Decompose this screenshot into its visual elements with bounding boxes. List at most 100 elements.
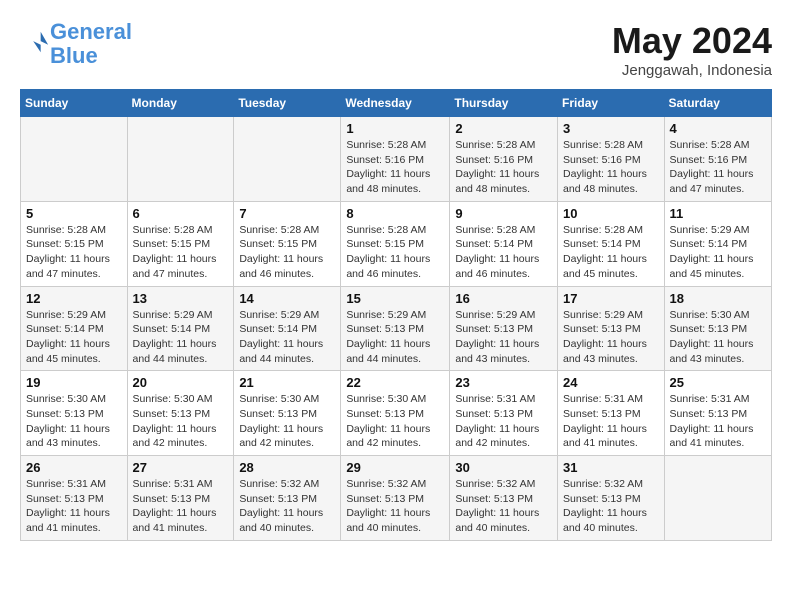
day-info: Sunrise: 5:32 AM Sunset: 5:13 PM Dayligh… xyxy=(563,477,659,536)
day-info: Sunrise: 5:28 AM Sunset: 5:16 PM Dayligh… xyxy=(455,138,552,197)
day-info: Sunrise: 5:28 AM Sunset: 5:15 PM Dayligh… xyxy=(133,223,229,282)
calendar-cell: 16 Sunrise: 5:29 AM Sunset: 5:13 PM Dayli… xyxy=(450,286,558,371)
calendar-cell: 18Sunrise: 5:30 AM Sunset: 5:13 PM Dayli… xyxy=(664,286,771,371)
title-block: May 2024 Jenggawah, Indonesia xyxy=(612,20,772,79)
day-info: Sunrise: 5:28 AM Sunset: 5:16 PM Dayligh… xyxy=(563,138,659,197)
day-info: Sunrise: 5:30 AM Sunset: 5:13 PM Dayligh… xyxy=(239,392,335,451)
calendar-cell xyxy=(664,456,771,541)
day-number: 2 xyxy=(455,121,552,136)
calendar-cell: 17Sunrise: 5:29 AM Sunset: 5:13 PM Dayli… xyxy=(558,286,665,371)
week-row-4: 19 Sunrise: 5:30 AM Sunset: 5:13 PM Dayli… xyxy=(21,371,772,456)
day-info: Sunrise: 5:31 AM Sunset: 5:13 PM Dayligh… xyxy=(133,477,229,536)
calendar-table: SundayMondayTuesdayWednesdayThursdayFrid… xyxy=(20,89,772,541)
day-info: Sunrise: 5:32 AM Sunset: 5:13 PM Dayligh… xyxy=(239,477,335,536)
day-info: Sunrise: 5:29 AM Sunset: 5:14 PM Dayligh… xyxy=(670,223,766,282)
header-tuesday: Tuesday xyxy=(234,90,341,117)
calendar-cell: 19 Sunrise: 5:30 AM Sunset: 5:13 PM Dayli… xyxy=(21,371,128,456)
day-number: 24 xyxy=(563,375,659,390)
day-info: Sunrise: 5:32 AM Sunset: 5:13 PM Dayligh… xyxy=(455,477,552,536)
logo-icon xyxy=(22,28,50,56)
calendar-cell: 22 Sunrise: 5:30 AM Sunset: 5:13 PM Dayli… xyxy=(341,371,450,456)
day-number: 5 xyxy=(26,206,122,221)
day-number: 4 xyxy=(670,121,766,136)
calendar-cell: 11 Sunrise: 5:29 AM Sunset: 5:14 PM Dayli… xyxy=(664,201,771,286)
day-info: Sunrise: 5:29 AM Sunset: 5:13 PM Dayligh… xyxy=(346,308,444,367)
day-info: Sunrise: 5:30 AM Sunset: 5:13 PM Dayligh… xyxy=(26,392,122,451)
day-number: 19 xyxy=(26,375,122,390)
calendar-cell: 4 Sunrise: 5:28 AM Sunset: 5:16 PM Daylig… xyxy=(664,117,771,202)
day-number: 23 xyxy=(455,375,552,390)
header-wednesday: Wednesday xyxy=(341,90,450,117)
day-number: 16 xyxy=(455,291,552,306)
week-row-1: 1 Sunrise: 5:28 AM Sunset: 5:16 PM Daylig… xyxy=(21,117,772,202)
calendar-cell: 6 Sunrise: 5:28 AM Sunset: 5:15 PM Daylig… xyxy=(127,201,234,286)
day-number: 13 xyxy=(133,291,229,306)
day-number: 29 xyxy=(346,460,444,475)
day-info: Sunrise: 5:30 AM Sunset: 5:13 PM Dayligh… xyxy=(346,392,444,451)
day-number: 1 xyxy=(346,121,444,136)
page-header: General Blue May 2024 Jenggawah, Indones… xyxy=(20,20,772,79)
calendar-cell: 3 Sunrise: 5:28 AM Sunset: 5:16 PM Daylig… xyxy=(558,117,665,202)
day-info: Sunrise: 5:31 AM Sunset: 5:13 PM Dayligh… xyxy=(455,392,552,451)
day-info: Sunrise: 5:28 AM Sunset: 5:15 PM Dayligh… xyxy=(26,223,122,282)
day-number: 20 xyxy=(133,375,229,390)
day-number: 22 xyxy=(346,375,444,390)
day-info: Sunrise: 5:28 AM Sunset: 5:14 PM Dayligh… xyxy=(563,223,659,282)
calendar-cell: 25 Sunrise: 5:31 AM Sunset: 5:13 PM Dayli… xyxy=(664,371,771,456)
calendar-cell: 12 Sunrise: 5:29 AM Sunset: 5:14 PM Dayli… xyxy=(21,286,128,371)
calendar-cell: 10Sunrise: 5:28 AM Sunset: 5:14 PM Dayli… xyxy=(558,201,665,286)
day-info: Sunrise: 5:29 AM Sunset: 5:14 PM Dayligh… xyxy=(133,308,229,367)
header-sunday: Sunday xyxy=(21,90,128,117)
day-info: Sunrise: 5:31 AM Sunset: 5:13 PM Dayligh… xyxy=(670,392,766,451)
calendar-cell: 7Sunrise: 5:28 AM Sunset: 5:15 PM Daylig… xyxy=(234,201,341,286)
day-info: Sunrise: 5:28 AM Sunset: 5:16 PM Dayligh… xyxy=(346,138,444,197)
location: Jenggawah, Indonesia xyxy=(612,62,772,79)
header-monday: Monday xyxy=(127,90,234,117)
logo: General Blue xyxy=(20,20,132,68)
header-row: SundayMondayTuesdayWednesdayThursdayFrid… xyxy=(21,90,772,117)
day-info: Sunrise: 5:29 AM Sunset: 5:14 PM Dayligh… xyxy=(239,308,335,367)
day-info: Sunrise: 5:28 AM Sunset: 5:16 PM Dayligh… xyxy=(670,138,766,197)
day-number: 25 xyxy=(670,375,766,390)
calendar-cell: 15 Sunrise: 5:29 AM Sunset: 5:13 PM Dayli… xyxy=(341,286,450,371)
day-number: 26 xyxy=(26,460,122,475)
day-number: 21 xyxy=(239,375,335,390)
day-info: Sunrise: 5:28 AM Sunset: 5:15 PM Dayligh… xyxy=(346,223,444,282)
day-info: Sunrise: 5:29 AM Sunset: 5:14 PM Dayligh… xyxy=(26,308,122,367)
day-info: Sunrise: 5:31 AM Sunset: 5:13 PM Dayligh… xyxy=(563,392,659,451)
day-number: 6 xyxy=(133,206,229,221)
calendar-cell: 28 Sunrise: 5:32 AM Sunset: 5:13 PM Dayli… xyxy=(234,456,341,541)
day-number: 28 xyxy=(239,460,335,475)
day-info: Sunrise: 5:29 AM Sunset: 5:13 PM Dayligh… xyxy=(563,308,659,367)
calendar-cell: 5 Sunrise: 5:28 AM Sunset: 5:15 PM Daylig… xyxy=(21,201,128,286)
calendar-cell xyxy=(21,117,128,202)
day-info: Sunrise: 5:31 AM Sunset: 5:13 PM Dayligh… xyxy=(26,477,122,536)
header-thursday: Thursday xyxy=(450,90,558,117)
calendar-cell: 31Sunrise: 5:32 AM Sunset: 5:13 PM Dayli… xyxy=(558,456,665,541)
day-info: Sunrise: 5:29 AM Sunset: 5:13 PM Dayligh… xyxy=(455,308,552,367)
header-saturday: Saturday xyxy=(664,90,771,117)
calendar-cell: 9Sunrise: 5:28 AM Sunset: 5:14 PM Daylig… xyxy=(450,201,558,286)
day-info: Sunrise: 5:30 AM Sunset: 5:13 PM Dayligh… xyxy=(133,392,229,451)
calendar-cell: 2 Sunrise: 5:28 AM Sunset: 5:16 PM Daylig… xyxy=(450,117,558,202)
day-number: 15 xyxy=(346,291,444,306)
week-row-2: 5 Sunrise: 5:28 AM Sunset: 5:15 PM Daylig… xyxy=(21,201,772,286)
calendar-cell: 20 Sunrise: 5:30 AM Sunset: 5:13 PM Dayli… xyxy=(127,371,234,456)
day-number: 30 xyxy=(455,460,552,475)
day-info: Sunrise: 5:28 AM Sunset: 5:14 PM Dayligh… xyxy=(455,223,552,282)
calendar-cell xyxy=(127,117,234,202)
calendar-cell: 26 Sunrise: 5:31 AM Sunset: 5:13 PM Dayli… xyxy=(21,456,128,541)
week-row-3: 12 Sunrise: 5:29 AM Sunset: 5:14 PM Dayli… xyxy=(21,286,772,371)
day-info: Sunrise: 5:30 AM Sunset: 5:13 PM Dayligh… xyxy=(670,308,766,367)
calendar-cell xyxy=(234,117,341,202)
day-number: 12 xyxy=(26,291,122,306)
calendar-cell: 21 Sunrise: 5:30 AM Sunset: 5:13 PM Dayli… xyxy=(234,371,341,456)
day-number: 14 xyxy=(239,291,335,306)
day-number: 11 xyxy=(670,206,766,221)
calendar-cell: 24 Sunrise: 5:31 AM Sunset: 5:13 PM Dayli… xyxy=(558,371,665,456)
calendar-cell: 13 Sunrise: 5:29 AM Sunset: 5:14 PM Dayli… xyxy=(127,286,234,371)
day-number: 3 xyxy=(563,121,659,136)
calendar-cell: 29Sunrise: 5:32 AM Sunset: 5:13 PM Dayli… xyxy=(341,456,450,541)
calendar-cell: 14 Sunrise: 5:29 AM Sunset: 5:14 PM Dayli… xyxy=(234,286,341,371)
day-number: 7 xyxy=(239,206,335,221)
